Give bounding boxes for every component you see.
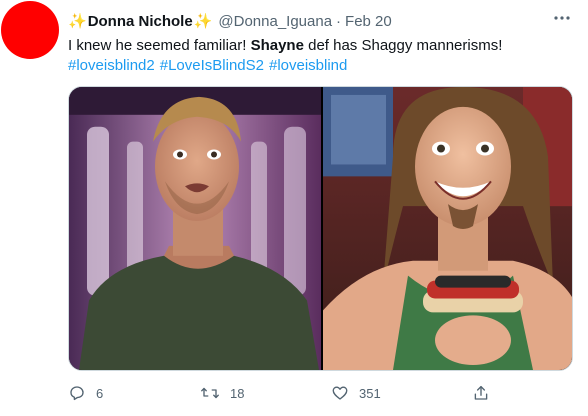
user-handle[interactable]: @Donna_Iguana [218, 13, 332, 30]
like-count: 351 [359, 385, 381, 401]
sparkle-left-emoji: ✨ [68, 12, 87, 30]
separator-dot: · [336, 12, 342, 30]
tweet-text: I knew he seemed familiar! Shayne def ha… [68, 36, 578, 56]
share-icon [474, 385, 488, 400]
retweet-icon [201, 387, 219, 399]
reply-icon [70, 386, 84, 401]
tweet-text-bold: Shayne [250, 37, 304, 54]
retweet-count: 18 [230, 385, 245, 401]
photo-right-image [323, 87, 572, 370]
more-options-button[interactable] [550, 8, 574, 28]
hashtag-link[interactable]: #LoveIsBlindS2 [160, 57, 264, 74]
tweet-card[interactable]: ✨ Donna Nichole ✨ @Donna_Iguana · Feb 20… [0, 0, 588, 416]
heart-icon [332, 386, 348, 400]
hashtag-line: #loveisblind2 #LoveIsBlindS2 #loveisblind [68, 56, 352, 76]
retweet-button[interactable]: 18 [200, 381, 244, 405]
media-photo-right[interactable] [323, 87, 572, 370]
hashtag-link[interactable]: #loveisblind2 [68, 57, 155, 74]
hashtag-link[interactable]: #loveisblind [269, 57, 347, 74]
sparkle-right-emoji: ✨ [193, 12, 213, 30]
avatar[interactable] [1, 1, 59, 59]
share-button[interactable] [472, 381, 490, 405]
tweet-header: ✨ Donna Nichole ✨ @Donna_Iguana · Feb 20 [68, 11, 392, 31]
like-button[interactable]: 351 [331, 381, 381, 405]
reply-button[interactable]: 6 [68, 381, 103, 405]
display-name[interactable]: Donna Nichole [88, 13, 193, 30]
tweet-text-end: def has Shaggy mannerisms! [303, 37, 503, 54]
more-icon [554, 16, 570, 20]
tweet-text-start: I knew he seemed familiar! [68, 37, 251, 54]
action-bar: 6 18 351 [68, 381, 508, 405]
media-photo-left[interactable] [69, 87, 321, 370]
photo-left-image [69, 87, 321, 370]
media-grid [68, 86, 573, 371]
reply-count: 6 [96, 385, 104, 401]
timestamp[interactable]: Feb 20 [345, 13, 392, 30]
